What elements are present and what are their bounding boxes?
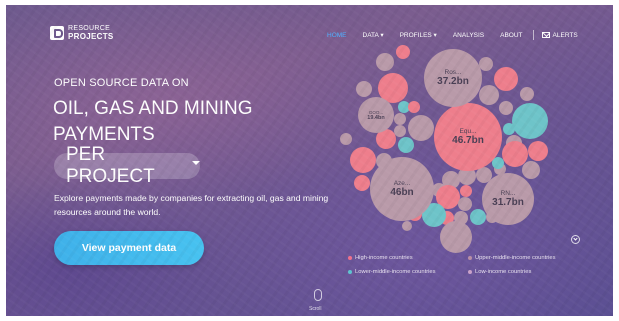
legend-dot (468, 256, 472, 260)
bubble[interactable] (402, 221, 412, 231)
nav-data[interactable]: DATA ▾ (355, 31, 392, 39)
bubble[interactable] (479, 57, 493, 71)
mail-icon (541, 32, 550, 38)
bubble[interactable] (350, 147, 376, 173)
legend-dot (468, 270, 472, 274)
legend-upper-middle-income: Upper-middle-income countries (468, 255, 588, 261)
bubble[interactable] (398, 137, 414, 153)
bubble[interactable] (354, 175, 370, 191)
hero-description: Explore payments made by companies for e… (54, 193, 329, 217)
legend-dot (348, 256, 352, 260)
bubble-rn[interactable]: RN... 31.7bn (482, 173, 534, 225)
scroll-mouse-icon[interactable] (314, 289, 322, 301)
caret-down-icon (192, 161, 200, 165)
bubble[interactable] (512, 103, 548, 139)
bubble[interactable] (499, 101, 513, 115)
bubble-goo[interactable]: GOO... 19.4bn (358, 97, 394, 133)
bubble-ros[interactable]: Ros... 37.2bn (424, 49, 482, 107)
legend-lower-middle-income: Lower-middle-income countries (348, 269, 468, 275)
bubble[interactable] (394, 113, 406, 125)
payments-bubble-chart: Equ... 46.7bn Ros... 37.2bn Aze... 46bn … (336, 45, 556, 257)
logo-icon (50, 26, 64, 40)
view-payment-data-button[interactable]: View payment data (54, 231, 204, 265)
bubble[interactable] (356, 81, 372, 97)
nav-analysis[interactable]: ANALYSIS (445, 32, 492, 39)
nav-about[interactable]: ABOUT (492, 32, 530, 39)
legend-high-income: High-income countries (348, 255, 468, 261)
nav-home[interactable]: HOME (319, 32, 355, 39)
nav-alerts[interactable]: ALERTS (536, 32, 586, 39)
chart-legend: High-income countries Upper-middle-incom… (348, 251, 588, 279)
bubble[interactable] (520, 87, 534, 101)
legend-dot (348, 270, 352, 274)
bubble[interactable] (394, 125, 406, 137)
chevron-down-circle-icon[interactable] (571, 235, 580, 244)
main-nav: HOME DATA ▾ PROFILES ▾ ANALYSIS ABOUT AL… (319, 30, 586, 40)
bubble[interactable] (396, 45, 410, 59)
bubble[interactable] (440, 221, 472, 253)
bubble[interactable] (460, 185, 472, 197)
bubble[interactable] (528, 141, 548, 161)
bubble[interactable] (503, 123, 515, 135)
hero-headline: OIL, GAS AND MINING PAYMENTS (53, 98, 253, 145)
bubble[interactable] (376, 53, 394, 71)
bubble[interactable] (494, 67, 518, 91)
bubble[interactable] (408, 115, 434, 141)
bubble[interactable] (479, 85, 499, 105)
bubble[interactable] (522, 161, 540, 179)
nav-divider (532, 30, 534, 40)
bubble-equ[interactable]: Equ... 46.7bn (434, 103, 502, 171)
brand-logo[interactable]: RESOURCE PROJECTS (50, 25, 114, 41)
bubble-aze[interactable]: Aze... 46bn (370, 157, 434, 221)
project-type-selector[interactable]: PER PROJECT (54, 144, 200, 187)
nav-profiles[interactable]: PROFILES ▾ (392, 31, 445, 39)
hero-section: RESOURCE PROJECTS HOME DATA ▾ PROFILES ▾… (6, 5, 613, 316)
bubble[interactable] (408, 101, 420, 113)
legend-low-income: Low-income countries (468, 269, 588, 275)
hero-kicker: OPEN SOURCE DATA ON (54, 77, 189, 89)
bubble[interactable] (340, 133, 352, 145)
bubble[interactable] (458, 197, 472, 211)
brand-line2: PROJECTS (68, 32, 114, 41)
bubble[interactable] (470, 209, 486, 225)
scroll-label: Scroll (309, 306, 322, 312)
